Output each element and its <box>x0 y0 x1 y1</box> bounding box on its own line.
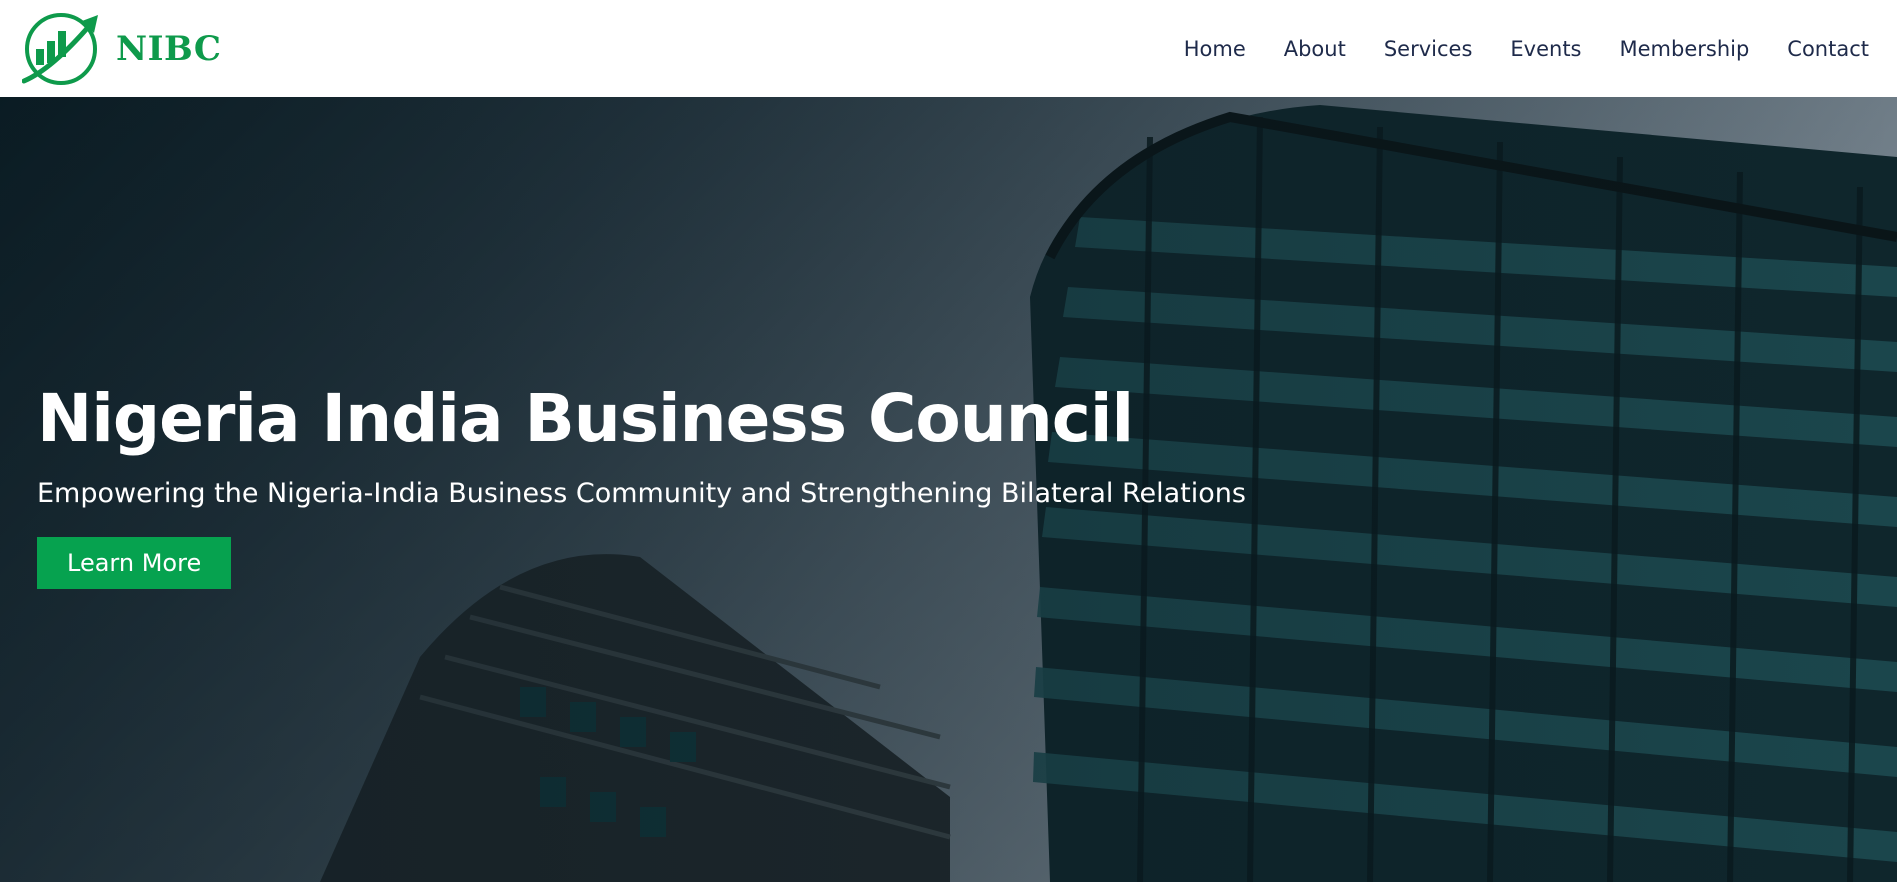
hero-title: Nigeria India Business Council <box>37 380 1134 457</box>
nav-item-membership[interactable]: Membership <box>1620 37 1750 61</box>
nav-item-about[interactable]: About <box>1284 37 1346 61</box>
main-nav: Home About Services Events Membership Co… <box>1184 37 1869 61</box>
brand-name: NIBC <box>116 28 222 69</box>
hero-section: Nigeria India Business Council Empowerin… <box>0 97 1897 882</box>
nav-item-events[interactable]: Events <box>1510 37 1581 61</box>
hero-content: Nigeria India Business Council Empowerin… <box>37 379 1337 590</box>
site-header: NIBC Home About Services Events Membersh… <box>0 0 1897 97</box>
learn-more-button[interactable]: Learn More <box>37 537 232 590</box>
nav-item-contact[interactable]: Contact <box>1787 37 1869 61</box>
nav-item-home[interactable]: Home <box>1184 37 1246 61</box>
brand[interactable]: NIBC <box>22 11 221 87</box>
growth-chart-circle-icon <box>22 11 102 87</box>
hero-subtitle: Empowering the Nigeria-India Business Co… <box>37 478 1246 510</box>
nav-item-services[interactable]: Services <box>1384 37 1473 61</box>
